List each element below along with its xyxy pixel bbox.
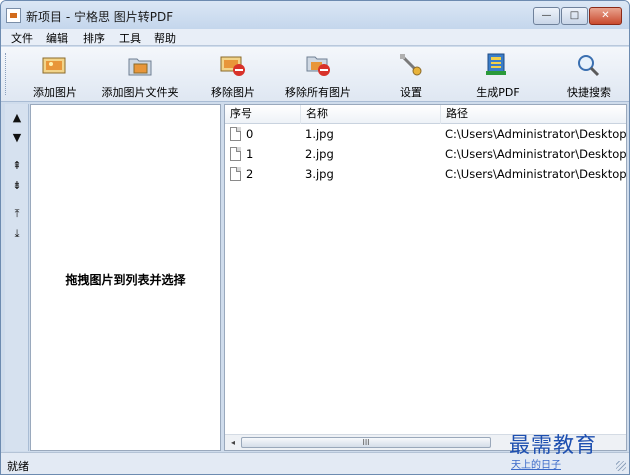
column-header-path[interactable]: 路径 — [441, 105, 626, 124]
move-first-button[interactable]: ⤒ — [7, 204, 27, 224]
status-text: 就绪 — [7, 460, 29, 473]
settings-icon — [400, 54, 422, 76]
row-path: C:\Users\Administrator\Desktop — [445, 147, 627, 161]
menu-edit[interactable]: 编辑 — [46, 30, 68, 46]
remove-image-button[interactable]: 移除图片 — [205, 49, 261, 99]
image-list[interactable]: 序号 名称 路径 0 1.jpg C:\Users\Administrator\… — [224, 104, 627, 451]
move-last-button[interactable]: ⤓ — [7, 224, 27, 244]
reorder-strip: ▲ ▼ ⇞ ⇟ ⤒ ⤓ — [5, 104, 29, 451]
watermark: 最需教育 — [509, 433, 597, 457]
menu-help[interactable]: 帮助 — [154, 30, 176, 46]
quick-search-button[interactable]: 快捷搜索 — [561, 49, 617, 99]
file-icon — [230, 147, 241, 161]
app-window: 新项目 - 宁格思 图片转PDF — □ ✕ 文件 编辑 排序 工具 帮助 添加… — [0, 0, 630, 475]
app-icon — [6, 8, 21, 23]
add-image-label: 添加图片 — [33, 86, 77, 99]
move-up-button[interactable]: ▲ — [7, 108, 27, 128]
list-row[interactable]: 1 2.jpg C:\Users\Administrator\Desktop — [225, 145, 627, 164]
menu-tools[interactable]: 工具 — [119, 30, 141, 46]
remove-image-icon — [220, 56, 245, 76]
list-row[interactable]: 0 1.jpg C:\Users\Administrator\Desktop — [225, 125, 627, 144]
row-name: 2.jpg — [305, 147, 334, 161]
row-path: C:\Users\Administrator\Desktop — [445, 167, 627, 181]
add-folder-button[interactable]: 添加图片文件夹 — [97, 49, 183, 99]
toolbar: 添加图片 添加图片文件夹 移除图片 移除所有图片 设置 生成PDF 快捷搜索 — [1, 47, 629, 102]
toolbar-grip[interactable] — [5, 53, 8, 95]
move-down-button[interactable]: ▼ — [7, 128, 27, 148]
column-header-index[interactable]: 序号 — [225, 105, 301, 124]
scroll-left-button[interactable]: ◂ — [226, 436, 240, 449]
minimize-button[interactable]: — — [533, 7, 560, 25]
row-index: 2 — [246, 167, 254, 181]
close-button[interactable]: ✕ — [589, 7, 622, 25]
add-image-icon — [42, 57, 66, 74]
move-top-button[interactable]: ⇞ — [7, 156, 27, 176]
move-bottom-button[interactable]: ⇟ — [7, 176, 27, 196]
remove-all-label: 移除所有图片 — [285, 86, 351, 99]
remove-all-button[interactable]: 移除所有图片 — [279, 49, 357, 99]
settings-button[interactable]: 设置 — [386, 49, 436, 99]
quick-search-label: 快捷搜索 — [567, 86, 611, 99]
remove-all-icon — [306, 56, 330, 76]
menu-sort[interactable]: 排序 — [83, 30, 105, 46]
title-bar[interactable]: 新项目 - 宁格思 图片转PDF — □ ✕ — [1, 1, 629, 29]
row-name: 3.jpg — [305, 167, 334, 181]
add-image-button[interactable]: 添加图片 — [29, 49, 81, 99]
generate-pdf-button[interactable]: 生成PDF — [466, 49, 530, 99]
file-icon — [230, 167, 241, 181]
add-folder-icon — [128, 58, 152, 76]
list-header: 序号 名称 路径 — [225, 105, 626, 124]
scroll-thumb[interactable]: III — [241, 437, 491, 448]
row-path: C:\Users\Administrator\Desktop — [445, 127, 627, 141]
remove-image-label: 移除图片 — [211, 86, 255, 99]
window-title: 新项目 - 宁格思 图片转PDF — [26, 10, 174, 24]
menu-file[interactable]: 文件 — [11, 30, 33, 46]
maximize-button[interactable]: □ — [561, 7, 588, 25]
add-folder-label: 添加图片文件夹 — [101, 86, 179, 99]
preview-panel[interactable]: 拖拽图片到列表并选择 — [30, 104, 221, 451]
search-icon — [578, 55, 600, 77]
generate-pdf-label: 生成PDF — [476, 86, 520, 99]
row-index: 1 — [246, 147, 254, 161]
settings-label: 设置 — [400, 86, 422, 99]
file-icon — [230, 127, 241, 141]
resize-grip[interactable] — [616, 461, 626, 471]
drop-hint: 拖拽图片到列表并选择 — [65, 273, 186, 287]
watermark-subtitle: 天上的日子 — [511, 460, 561, 471]
menu-bar: 文件 编辑 排序 工具 帮助 — [1, 29, 629, 46]
row-index: 0 — [246, 127, 254, 141]
column-header-name[interactable]: 名称 — [301, 105, 441, 124]
list-row[interactable]: 2 3.jpg C:\Users\Administrator\Desktop — [225, 165, 627, 184]
row-name: 1.jpg — [305, 127, 334, 141]
generate-pdf-icon — [486, 53, 506, 75]
